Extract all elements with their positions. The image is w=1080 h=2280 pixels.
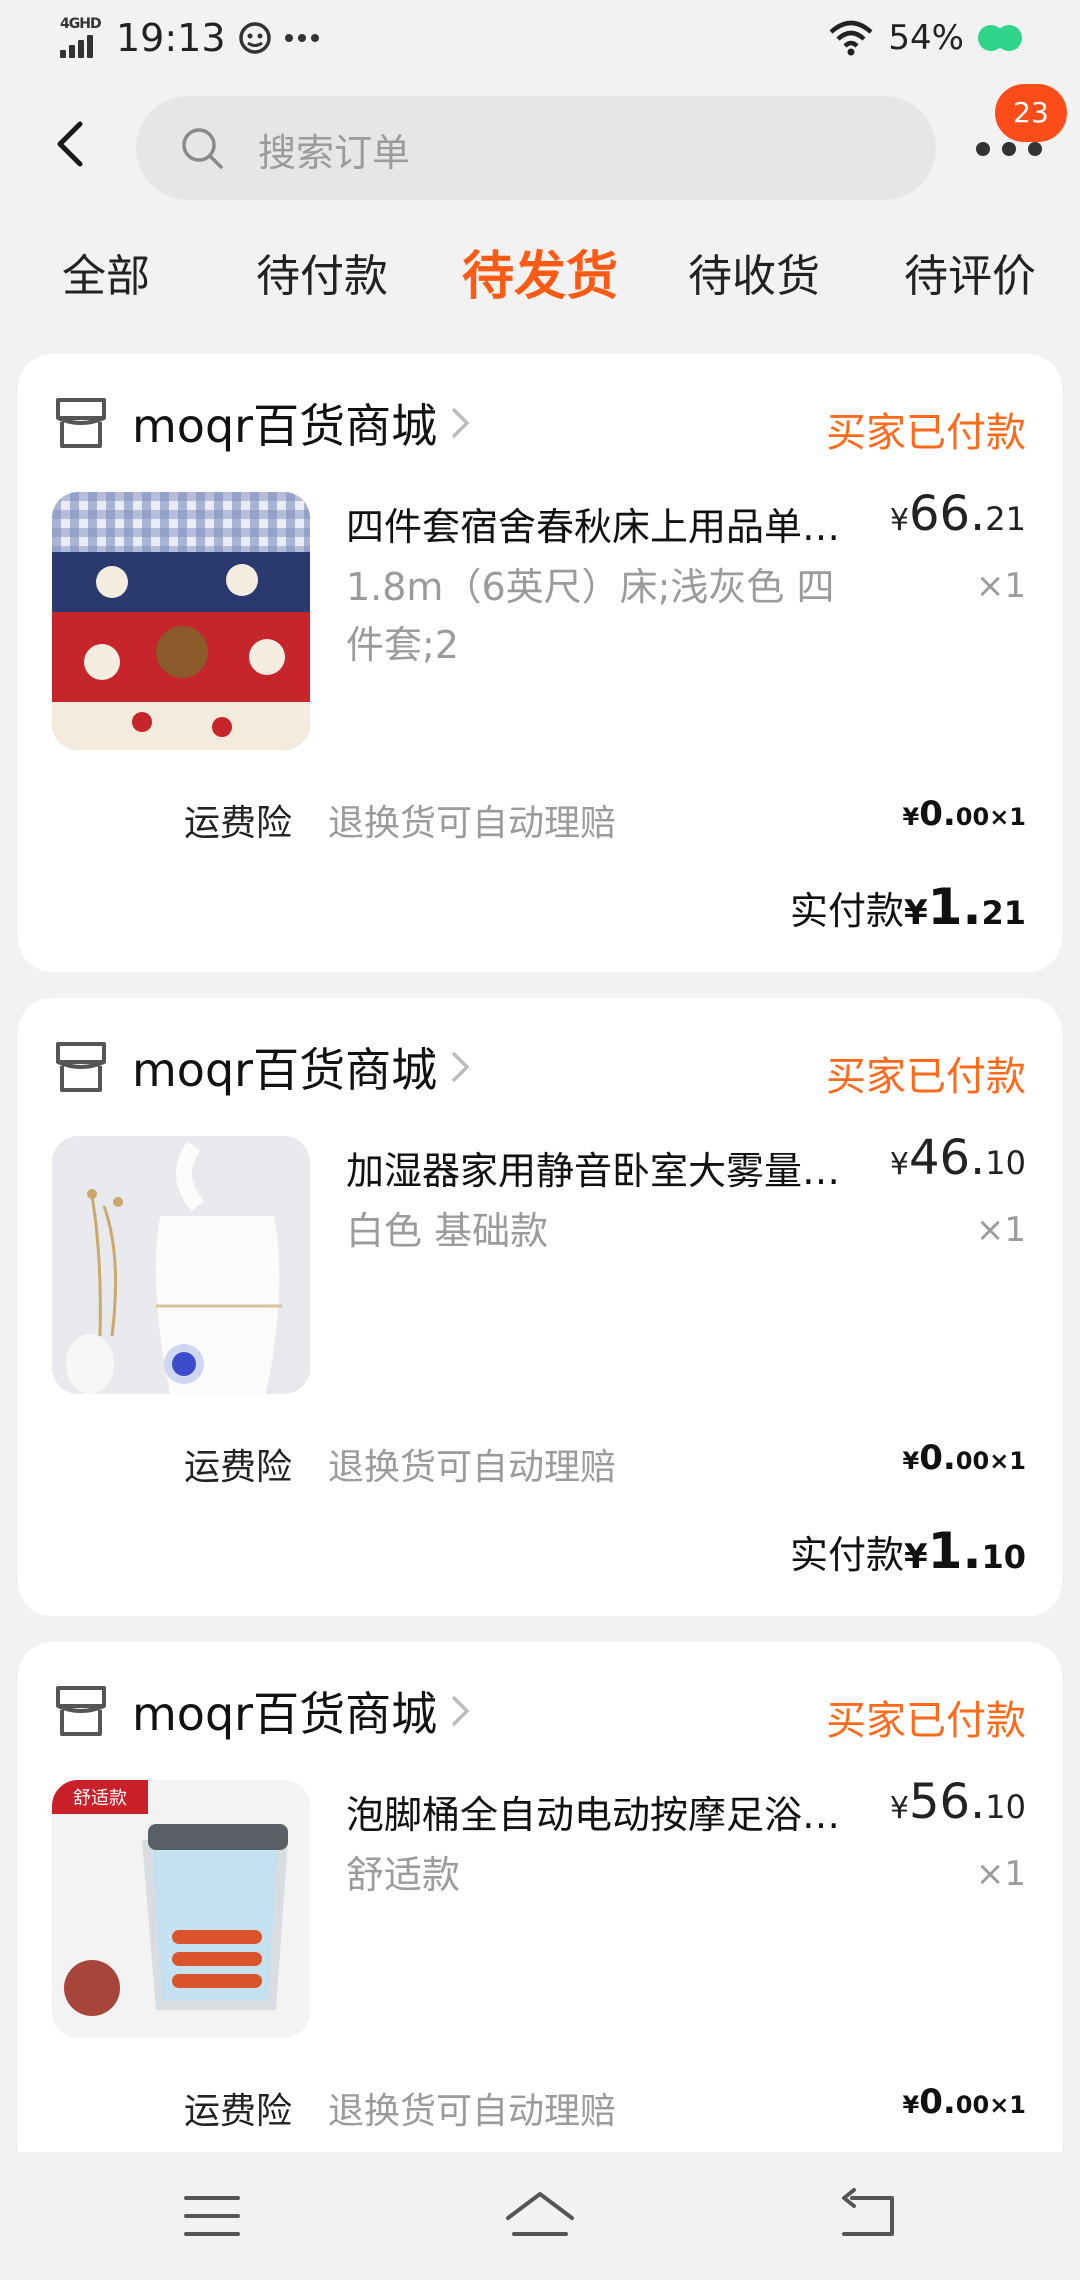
message-badge[interactable]: 23 — [995, 84, 1067, 142]
shop-name: moqr百货商城 — [132, 1043, 438, 1097]
cellular-signal-icon: 4GHD — [58, 16, 104, 60]
product-spec: 舒适款 — [346, 1853, 461, 1897]
shop-link[interactable]: moqr百货商城 — [52, 1676, 471, 1746]
shipping-insurance-label: 运费险 — [184, 1447, 293, 1488]
store-icon — [56, 398, 106, 448]
search-icon — [182, 128, 223, 169]
product-price: ¥66.21 — [889, 486, 1026, 542]
tab-pending-review[interactable]: 待评价 — [904, 240, 1036, 304]
amount-paid: 实付款¥1.10 — [789, 1522, 1026, 1580]
product-spec: 1.8m（6英尺）床;浅灰色 四件套;2 — [346, 565, 835, 667]
shop-link[interactable]: moqr百货商城 — [52, 388, 471, 458]
shipping-insurance-desc: 退换货可自动理赔 — [328, 1447, 617, 1488]
chevron-right-icon — [451, 1051, 470, 1083]
clock: 19:13 — [116, 16, 226, 60]
shipping-insurance-price: ¥0.00×1 — [902, 794, 1027, 834]
order-status: 买家已付款 — [826, 1054, 1026, 1100]
notification-icon — [238, 22, 271, 54]
home-icon[interactable] — [500, 2184, 580, 2248]
battery-icon — [978, 25, 1022, 51]
svg-text:舒适款: 舒适款 — [73, 1788, 127, 1809]
tab-all[interactable]: 全部 — [62, 240, 150, 304]
back-arrow-icon[interactable] — [40, 112, 104, 176]
store-icon — [56, 1686, 106, 1736]
store-icon — [56, 1042, 106, 1092]
shipping-insurance-price: ¥0.00×1 — [902, 1438, 1027, 1478]
more-status-icon — [284, 34, 319, 42]
status-bar: 4GHD 19:13 54% — [0, 0, 1080, 84]
shop-name: moqr百货商城 — [132, 399, 438, 453]
product-image[interactable]: 舒适款 — [52, 1780, 310, 2038]
wifi-icon — [829, 20, 873, 56]
order-card[interactable]: moqr百货商城 买家已付款 加湿器家用静音卧室大雾量空气净化香薰机 白色 基础… — [18, 998, 1062, 1616]
product-qty: ×1 — [975, 1210, 1026, 1250]
header: 搜索订单 23 — [0, 84, 1080, 204]
product-spec: 白色 基础款 — [346, 1209, 549, 1253]
chevron-right-icon — [451, 1695, 470, 1727]
product-qty: ×1 — [975, 1854, 1026, 1894]
product-image[interactable] — [52, 1136, 310, 1394]
back-icon[interactable] — [828, 2184, 908, 2248]
shipping-insurance-desc: 退换货可自动理赔 — [328, 2091, 617, 2132]
product-title[interactable]: 四件套宿舍春秋床上用品单人床单被套网红学生 — [346, 496, 866, 551]
order-status: 买家已付款 — [826, 410, 1026, 456]
menu-icon[interactable] — [172, 2184, 252, 2248]
product-price: ¥46.10 — [889, 1130, 1026, 1186]
status-right: 54% — [828, 18, 1022, 58]
tab-pending-payment[interactable]: 待付款 — [256, 240, 388, 304]
system-nav-bar — [0, 2152, 1080, 2280]
shop-link[interactable]: moqr百货商城 — [52, 1032, 471, 1102]
shipping-insurance-label: 运费险 — [184, 2091, 293, 2132]
amount-paid: 实付款¥1.21 — [789, 878, 1026, 936]
product-qty: ×1 — [975, 566, 1026, 606]
product-title[interactable]: 加湿器家用静音卧室大雾量空气净化香薰机 — [346, 1140, 866, 1195]
order-card[interactable]: moqr百货商城 买家已付款 四件套宿舍春秋床上用品单人床单被套网红学生 — [18, 354, 1062, 972]
search-input[interactable]: 搜索订单 — [136, 96, 936, 200]
network-type: 4GHD — [60, 16, 102, 32]
product-price: ¥56.10 — [889, 1774, 1026, 1830]
order-status: 买家已付款 — [826, 1698, 1026, 1744]
order-tabs: 全部 待付款 待发货 待收货 待评价 — [0, 240, 1080, 320]
tab-pending-receipt[interactable]: 待收货 — [688, 240, 820, 304]
shop-name: moqr百货商城 — [132, 1687, 438, 1741]
tab-pending-shipment[interactable]: 待发货 — [462, 234, 618, 309]
shipping-insurance-desc: 退换货可自动理赔 — [328, 803, 617, 844]
status-left: 4GHD 19:13 — [58, 16, 320, 60]
product-image[interactable] — [52, 492, 310, 750]
product-title[interactable]: 泡脚桶全自动电动按摩足浴盆家用加热恒温 — [346, 1784, 866, 1839]
shipping-insurance-price: ¥0.00×1 — [902, 2082, 1027, 2122]
battery-level: 54% — [888, 18, 964, 58]
search-placeholder: 搜索订单 — [258, 131, 411, 175]
chevron-right-icon — [451, 407, 470, 439]
shipping-insurance-label: 运费险 — [184, 803, 293, 844]
order-card[interactable]: moqr百货商城 买家已付款 舒适款 泡脚桶全自动电动按摩足浴盆家用加热恒温 舒… — [18, 1642, 1062, 2182]
